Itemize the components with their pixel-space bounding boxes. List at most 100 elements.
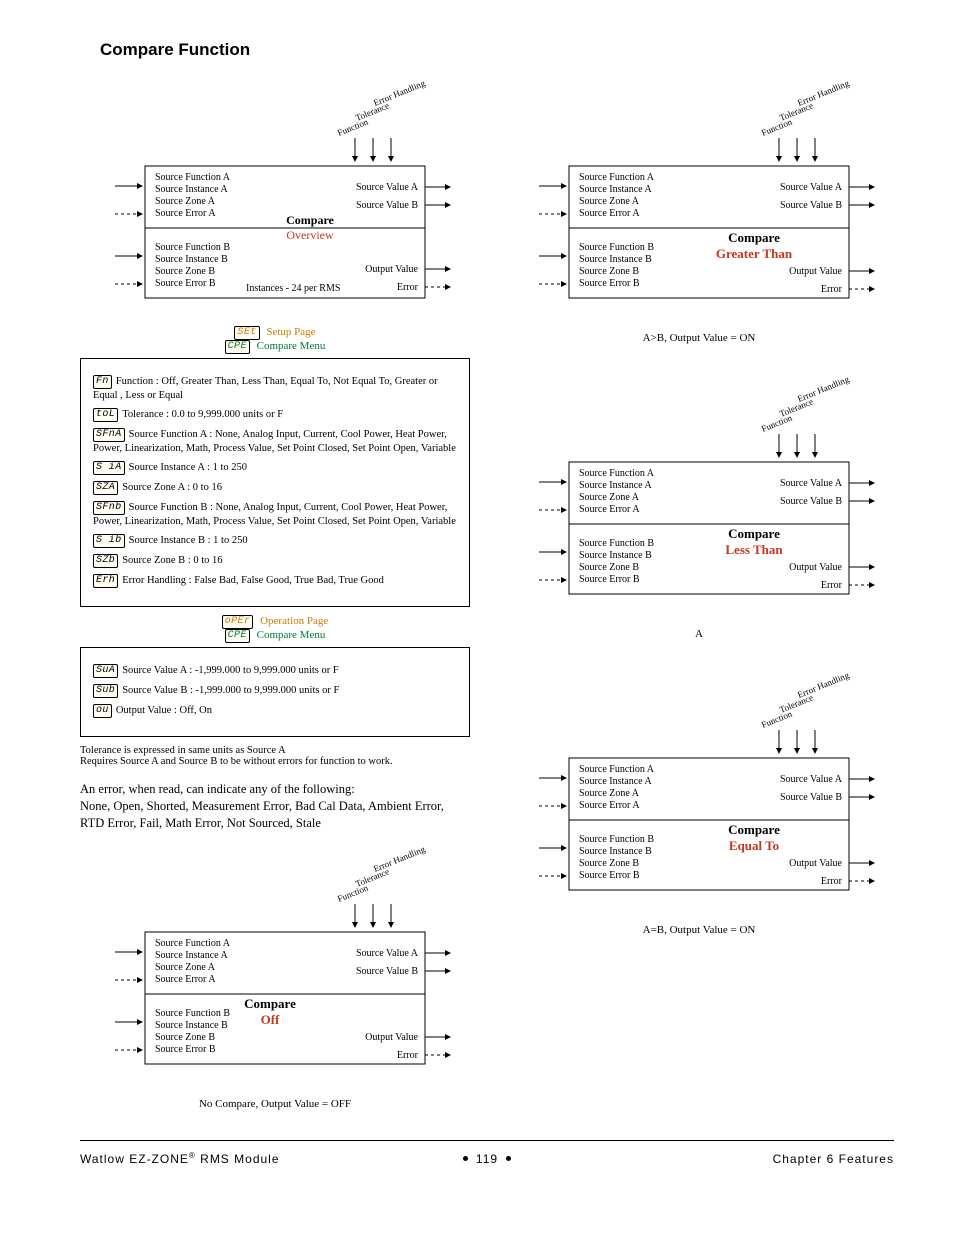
svg-text:Source Instance A: Source Instance A bbox=[155, 950, 229, 961]
param-line: Erh Error Handling : False Bad, False Goo… bbox=[93, 574, 457, 588]
svg-text:Source Zone B: Source Zone B bbox=[579, 562, 639, 573]
svg-text:Compare: Compare bbox=[244, 996, 296, 1011]
svg-text:Source Function A: Source Function A bbox=[579, 172, 655, 183]
svg-text:Source Value B: Source Value B bbox=[356, 966, 418, 977]
error-prose: An error, when read, can indicate any of… bbox=[80, 781, 470, 832]
mode-diagram: Error Handling Tolerance Function Source… bbox=[504, 658, 884, 918]
svg-text:Compare: Compare bbox=[286, 213, 334, 227]
svg-text:Source Value A: Source Value A bbox=[780, 182, 843, 193]
left-column: Error Handling Tolerance Function Source… bbox=[80, 66, 470, 1128]
param-line: SFnbSource Function B : None, Analog Inp… bbox=[93, 501, 457, 528]
svg-text:Source Value B: Source Value B bbox=[780, 496, 842, 507]
oper-param-box: SuASource Value A : -1,999.000 to 9,999.… bbox=[80, 647, 470, 737]
svg-text:Source Error B: Source Error B bbox=[579, 574, 640, 585]
svg-text:Source Value B: Source Value B bbox=[356, 200, 418, 211]
mode-caption: A bbox=[504, 628, 894, 640]
param-text: Source Value A : -1,999.000 to 9,999.000… bbox=[122, 665, 339, 676]
display-code: SFnb bbox=[93, 501, 125, 515]
mode-caption: A>B, Output Value = ON bbox=[504, 332, 894, 344]
svg-text:Output Value: Output Value bbox=[789, 858, 842, 869]
param-text: Tolerance : 0.0 to 9,999.000 units or F bbox=[122, 409, 283, 420]
svg-text:Source Function B: Source Function B bbox=[579, 242, 654, 253]
svg-text:Source Instance B: Source Instance B bbox=[579, 254, 652, 265]
operation-header: oPEr Operation Page CPE Compare Menu bbox=[80, 615, 470, 643]
svg-text:Source Value B: Source Value B bbox=[780, 792, 842, 803]
bullet-icon bbox=[463, 1156, 468, 1161]
param-line: S ib Source Instance B : 1 to 250 bbox=[93, 534, 457, 548]
display-code: SZb bbox=[93, 554, 118, 568]
param-line: S iA Source Instance A : 1 to 250 bbox=[93, 461, 457, 475]
svg-text:Source Error A: Source Error A bbox=[579, 208, 640, 219]
svg-text:Source Instance A: Source Instance A bbox=[579, 480, 653, 491]
param-text: Source Instance A : 1 to 250 bbox=[129, 462, 247, 473]
setup-header: SEt Setup Page CPE Compare Menu bbox=[80, 326, 470, 354]
svg-text:Source Zone A: Source Zone A bbox=[155, 962, 216, 973]
svg-text:Source Value A: Source Value A bbox=[780, 774, 843, 785]
svg-text:Source Zone B: Source Zone B bbox=[579, 266, 639, 277]
param-line: ouOutput Value : Off, On bbox=[93, 704, 457, 718]
param-line: SubSource Value B : -1,999.000 to 9,999.… bbox=[93, 684, 457, 698]
svg-text:Source Zone A: Source Zone A bbox=[579, 492, 640, 503]
param-text: Source Zone A : 0 to 16 bbox=[122, 482, 222, 493]
svg-text:Function: Function bbox=[336, 882, 370, 903]
param-text: Error Handling : False Bad, False Good, … bbox=[122, 575, 384, 586]
param-text: Source Instance B : 1 to 250 bbox=[129, 535, 248, 546]
param-text: Source Function A : None, Analog Input, … bbox=[93, 429, 456, 454]
svg-text:Source Instance B: Source Instance B bbox=[579, 550, 652, 561]
svg-text:Source Function A: Source Function A bbox=[579, 468, 655, 479]
svg-text:Function: Function bbox=[760, 116, 794, 137]
svg-text:Source Error B: Source Error B bbox=[155, 1044, 216, 1055]
svg-text:Source Value B: Source Value B bbox=[780, 200, 842, 211]
svg-text:Source Zone A: Source Zone A bbox=[155, 196, 216, 207]
display-code: SFnA bbox=[93, 428, 125, 442]
svg-text:Error: Error bbox=[821, 580, 843, 591]
svg-text:Error: Error bbox=[821, 876, 843, 887]
svg-text:Function: Function bbox=[760, 708, 794, 729]
svg-text:Equal To: Equal To bbox=[729, 838, 779, 853]
compare-menu-code: CPE bbox=[225, 340, 250, 354]
page-footer: Watlow EZ-ZONE® RMS Module 119 Chapter 6… bbox=[80, 1140, 894, 1166]
off-caption: No Compare, Output Value = OFF bbox=[80, 1098, 470, 1110]
display-code: Erh bbox=[93, 574, 118, 588]
svg-text:Source Value A: Source Value A bbox=[356, 948, 419, 959]
svg-text:Source Value A: Source Value A bbox=[356, 182, 419, 193]
svg-text:Compare: Compare bbox=[728, 822, 780, 837]
display-code: toL bbox=[93, 408, 118, 422]
setup-param-box: FnFunction : Off, Greater Than, Less Tha… bbox=[80, 358, 470, 607]
param-line: FnFunction : Off, Greater Than, Less Tha… bbox=[93, 375, 457, 402]
mode-diagram: Error Handling Tolerance Function Source… bbox=[504, 362, 884, 622]
notes: Tolerance is expressed in same units as … bbox=[80, 745, 470, 767]
svg-text:Source Function A: Source Function A bbox=[579, 764, 655, 775]
right-column: Error Handling Tolerance Function Source… bbox=[504, 66, 894, 1128]
param-text: Function : Off, Greater Than, Less Than,… bbox=[93, 376, 438, 401]
param-text: Source Zone B : 0 to 16 bbox=[122, 555, 222, 566]
param-line: SFnASource Function A : None, Analog Inp… bbox=[93, 428, 457, 455]
svg-text:Source Error A: Source Error A bbox=[155, 974, 216, 985]
param-line: SZb Source Zone B : 0 to 16 bbox=[93, 554, 457, 568]
svg-text:Source Function B: Source Function B bbox=[155, 1008, 230, 1019]
svg-text:Source Value A: Source Value A bbox=[780, 478, 843, 489]
bullet-icon bbox=[506, 1156, 511, 1161]
svg-text:Source Zone A: Source Zone A bbox=[579, 788, 640, 799]
svg-text:Source Function B: Source Function B bbox=[579, 538, 654, 549]
param-line: SZASource Zone A : 0 to 16 bbox=[93, 481, 457, 495]
svg-text:Instances - 24 per RMS: Instances - 24 per RMS bbox=[246, 283, 340, 294]
svg-text:Output Value: Output Value bbox=[365, 264, 418, 275]
mode-diagram: Error Handling Tolerance Function Source… bbox=[504, 66, 884, 326]
svg-text:Error: Error bbox=[397, 1050, 419, 1061]
svg-text:Source Error A: Source Error A bbox=[579, 504, 640, 515]
svg-text:Source Instance B: Source Instance B bbox=[155, 1020, 228, 1031]
svg-text:Source Error A: Source Error A bbox=[579, 800, 640, 811]
svg-text:Source Function B: Source Function B bbox=[155, 242, 230, 253]
param-line: SuASource Value A : -1,999.000 to 9,999.… bbox=[93, 664, 457, 678]
svg-text:Less Than: Less Than bbox=[725, 542, 783, 557]
display-code: Sub bbox=[93, 684, 118, 698]
param-line: toL Tolerance : 0.0 to 9,999.000 units or… bbox=[93, 408, 457, 422]
svg-text:Source Function A: Source Function A bbox=[155, 172, 231, 183]
svg-text:Source Instance A: Source Instance A bbox=[155, 184, 229, 195]
svg-text:Error: Error bbox=[821, 284, 843, 295]
svg-text:Source Instance A: Source Instance A bbox=[579, 184, 653, 195]
display-code: S ib bbox=[93, 534, 125, 548]
display-code: Fn bbox=[93, 375, 112, 389]
display-code: S iA bbox=[93, 461, 125, 475]
